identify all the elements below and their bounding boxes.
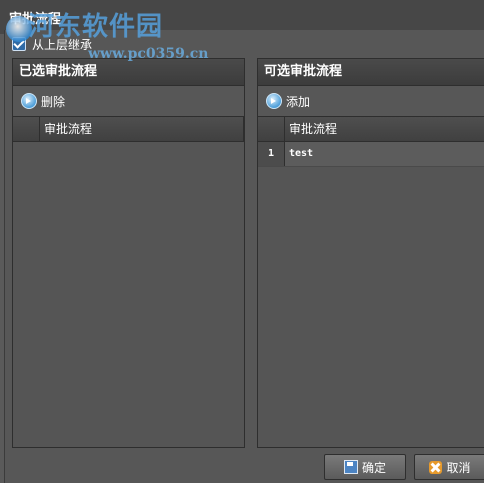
row-number-header bbox=[258, 117, 285, 141]
inherit-label: 从上层继承 bbox=[32, 37, 93, 52]
selected-flows-panel: 已选审批流程 删除 审批流程 bbox=[12, 58, 245, 448]
selected-flows-toolbar: 删除 bbox=[13, 86, 244, 116]
row-number: 1 bbox=[258, 142, 285, 166]
title-bar: 审批流程 bbox=[0, 0, 484, 34]
row-number-header bbox=[13, 117, 40, 141]
window-title: 审批流程 bbox=[9, 12, 62, 27]
save-icon bbox=[343, 460, 358, 474]
arrow-circle-icon bbox=[266, 93, 282, 109]
available-flows-grid: 审批流程 1 test bbox=[258, 116, 484, 167]
delete-button[interactable]: 删除 bbox=[21, 93, 65, 110]
arrow-circle-icon bbox=[21, 93, 37, 109]
available-flows-title: 可选审批流程 bbox=[258, 59, 484, 86]
confirm-button[interactable]: 确定 bbox=[324, 454, 406, 480]
add-button[interactable]: 添加 bbox=[266, 93, 310, 110]
add-button-label: 添加 bbox=[286, 94, 311, 109]
selected-flows-grid: 审批流程 bbox=[13, 116, 244, 142]
selected-flows-title: 已选审批流程 bbox=[13, 59, 244, 86]
available-flows-toolbar: 添加 bbox=[258, 86, 484, 116]
available-flows-panel: 可选审批流程 添加 审批流程 1 test bbox=[257, 58, 484, 448]
grid-header: 审批流程 bbox=[258, 116, 484, 142]
close-icon bbox=[429, 460, 443, 474]
inherit-checkbox[interactable] bbox=[12, 37, 26, 51]
cancel-button[interactable]: 取消 bbox=[414, 454, 484, 480]
column-header-flow[interactable]: 审批流程 bbox=[285, 117, 484, 141]
grid-header: 审批流程 bbox=[13, 116, 244, 142]
inherit-checkbox-row[interactable]: 从上层继承 bbox=[12, 36, 92, 52]
delete-button-label: 删除 bbox=[41, 94, 66, 109]
column-header-flow[interactable]: 审批流程 bbox=[40, 117, 244, 141]
cancel-button-label: 取消 bbox=[446, 460, 471, 475]
flow-name-cell[interactable]: test bbox=[285, 142, 313, 166]
table-row[interactable]: 1 test bbox=[258, 142, 484, 167]
confirm-button-label: 确定 bbox=[361, 460, 386, 475]
